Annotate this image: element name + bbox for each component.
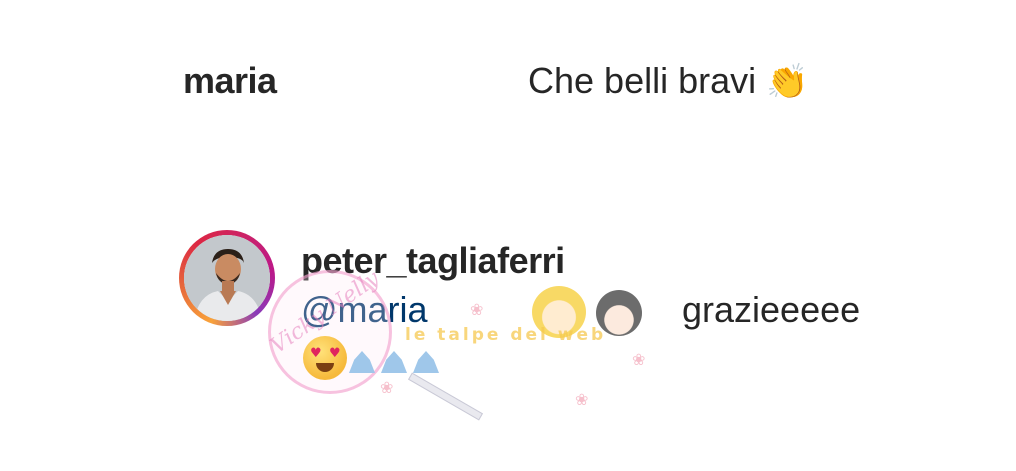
emoji-row: ♥ ♥ bbox=[303, 334, 443, 382]
paw-icon: ❀ bbox=[575, 390, 589, 409]
paw-icon: ❀ bbox=[632, 350, 646, 369]
comment-text: grazieeeee bbox=[682, 289, 861, 330]
mouth-shape bbox=[316, 363, 334, 372]
folded-hands-icon bbox=[413, 343, 443, 373]
heart-icon: ♥ bbox=[310, 346, 322, 361]
comment-text: Che belli bravi 👏 bbox=[528, 60, 808, 102]
comment-username[interactable]: maria bbox=[183, 60, 277, 102]
paw-icon: ❀ bbox=[470, 300, 484, 319]
heart-icon: ♥ bbox=[329, 346, 341, 361]
person-photo-icon bbox=[184, 235, 270, 321]
avatar-photo bbox=[184, 235, 270, 321]
hand-shape bbox=[381, 351, 407, 373]
avatar[interactable] bbox=[179, 230, 275, 326]
hand-shape bbox=[349, 351, 375, 373]
folded-hands-icon bbox=[381, 343, 411, 373]
comment-text-content: Che belli bravi bbox=[528, 60, 757, 101]
hand-shape bbox=[413, 351, 439, 373]
clapping-hands-icon: 👏 bbox=[766, 62, 809, 102]
heart-eyes-face-icon: ♥ ♥ bbox=[303, 336, 347, 380]
folded-hands-icon bbox=[349, 343, 379, 373]
